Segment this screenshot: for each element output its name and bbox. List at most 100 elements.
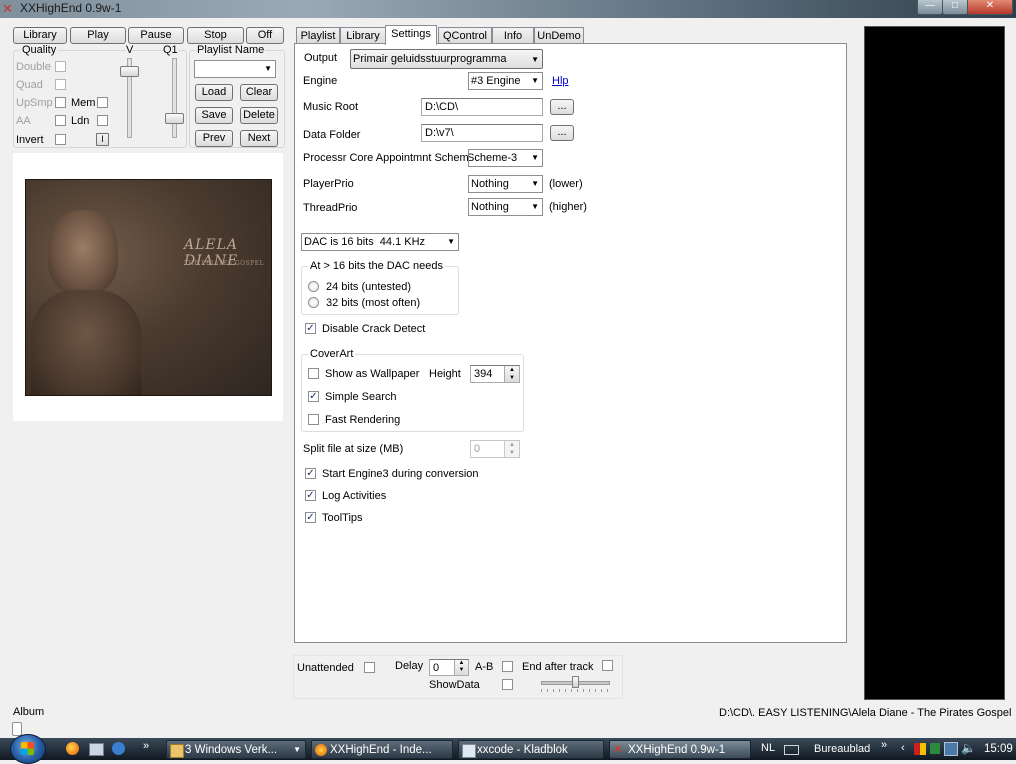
log-activities-checkbox[interactable]: ✓ [305,490,316,501]
tray-app-icon[interactable] [914,743,926,755]
show-wallpaper-checkbox[interactable] [308,368,319,379]
quad-checkbox[interactable] [55,79,66,90]
tooltips-checkbox[interactable]: ✓ [305,512,316,523]
keyboard-icon[interactable] [784,745,799,755]
stop-button[interactable]: Stop [187,27,244,44]
prev-button[interactable]: Prev [195,130,233,147]
network-icon[interactable] [944,742,958,756]
pause-button[interactable]: Pause [128,27,184,44]
maximize-button[interactable]: □ [942,0,968,15]
tab-info[interactable]: Info [492,27,534,44]
engine-label: Engine [303,75,338,87]
volume-slider-thumb[interactable] [572,676,579,688]
thread-prio-select[interactable]: Nothing ▼ [468,198,543,216]
taskbar-item-explorer-label: 3 Windows Verk... [185,744,278,756]
album-scroll-thumb[interactable] [12,722,22,736]
music-root-label: Music Root [303,101,359,113]
tray-flag-icon[interactable] [930,743,940,754]
tab-settings[interactable]: Settings [385,25,437,45]
dac-select[interactable]: DAC is 16 bits 44.1 KHz ▼ [301,233,459,251]
play-button[interactable]: Play [70,27,126,44]
taskbar-item-xxhighend[interactable]: ✕ XXHighEnd 0.9w-1 [609,740,751,759]
minimize-button[interactable]: — [917,0,943,15]
delete-button[interactable]: Delete [240,107,278,124]
show-data-checkbox[interactable] [502,679,513,690]
tab-qcontrol[interactable]: QControl [438,27,492,44]
v-slider-thumb[interactable] [120,66,139,77]
volume-slider-ticks [541,689,608,692]
off-button[interactable]: Off [246,27,284,44]
simple-search-checkbox[interactable]: ✓ [308,391,319,402]
mem-checkbox[interactable] [97,97,108,108]
tab-undemo[interactable]: UnDemo [534,27,584,44]
tray-expand-icon[interactable]: ‹ [901,742,905,754]
bits32-radio[interactable] [308,297,319,308]
ab-checkbox[interactable] [502,661,513,672]
visual-panel [864,26,1005,700]
delay-spinner[interactable]: ▲ ▼ [454,660,468,675]
i-button[interactable]: I [96,133,109,146]
upsmp-checkbox[interactable] [55,97,66,108]
fast-rendering-checkbox[interactable] [308,414,319,425]
show-wallpaper-label: Show as Wallpaper [325,368,420,380]
output-select[interactable]: Primair geluidsstuurprogramma ▼ [350,49,543,69]
player-prio-select[interactable]: Nothing ▼ [468,175,543,193]
next-button[interactable]: Next [240,130,278,147]
playlist-name-combo[interactable]: ▼ [194,60,276,78]
ldn-checkbox[interactable] [97,115,108,126]
folder-icon [170,744,184,758]
clock[interactable]: 15:09 [984,743,1013,755]
fast-rendering-label: Fast Rendering [325,414,401,426]
tab-library[interactable]: Library [340,27,386,44]
music-root-browse-button[interactable]: ... [550,99,574,115]
unattended-checkbox[interactable] [364,662,375,673]
quality-label: Quality [20,44,59,56]
output-value: Primair geluidsstuurprogramma [353,53,507,65]
start-engine3-checkbox[interactable]: ✓ [305,468,316,479]
chevron-down-icon: ▼ [531,179,539,188]
thread-prio-value: Nothing [471,201,509,213]
app-icon: ✕ [2,1,13,16]
tab-playlist[interactable]: Playlist [296,27,340,44]
core-scheme-select[interactable]: Scheme-3 ▼ [468,149,543,167]
invert-checkbox[interactable] [55,134,66,145]
engine-select[interactable]: #3 Engine ▼ [468,72,543,90]
clear-button[interactable]: Clear [240,84,278,101]
album-cover[interactable]: ALELA DIANE THE PIRATES GOSPEL [25,179,272,396]
taskbar-item-xxhighend-index[interactable]: XXHighEnd - Inde... [311,740,453,759]
desktop-toolbar-label[interactable]: Bureaublad [814,743,870,755]
data-folder-browse-button[interactable]: ... [550,125,574,141]
windows-logo-icon [21,742,34,755]
simple-search-label: Simple Search [325,391,397,403]
core-scheme-value: Scheme-3 [468,152,518,164]
hlp-link[interactable]: Hlp [552,75,569,87]
bits24-radio[interactable] [308,281,319,292]
data-folder-input[interactable]: D:\v7\ [421,124,543,142]
show-desktop-icon[interactable] [89,743,104,756]
end-after-track-checkbox[interactable] [602,660,613,671]
firefox-icon[interactable] [66,742,79,755]
split-size-spinner[interactable]: ▲ ▼ [504,441,519,457]
language-indicator[interactable]: NL [761,742,775,754]
q1-slider-track[interactable] [172,58,177,138]
volume-icon[interactable]: 🔈 [961,741,976,755]
music-root-input[interactable]: D:\CD\ [421,98,543,116]
double-checkbox[interactable] [55,61,66,72]
save-button[interactable]: Save [195,107,233,124]
quicklaunch-app-icon[interactable] [112,742,125,755]
title-bar: ✕ XXHighEnd 0.9w-1 — □ ✕ [0,0,1016,18]
height-spinner[interactable]: ▲ ▼ [504,366,519,382]
dac-bits-group-label: At > 16 bits the DAC needs [308,260,445,272]
desktop-toolbar-overflow-icon[interactable]: » [881,739,887,751]
quicklaunch-overflow-icon[interactable]: » [143,740,149,752]
aa-label: AA [16,115,31,127]
library-button[interactable]: Library [13,27,67,44]
taskbar-item-notepad[interactable]: xxcode - Kladblok [458,740,604,759]
aa-checkbox[interactable] [55,115,66,126]
upsmp-label: UpSmp [16,97,53,109]
load-button[interactable]: Load [195,84,233,101]
taskbar-item-explorer[interactable]: 3 Windows Verk... ▼ [166,740,306,759]
q1-slider-thumb[interactable] [165,113,184,124]
close-button[interactable]: ✕ [967,0,1013,15]
crack-detect-checkbox[interactable]: ✓ [305,323,316,334]
